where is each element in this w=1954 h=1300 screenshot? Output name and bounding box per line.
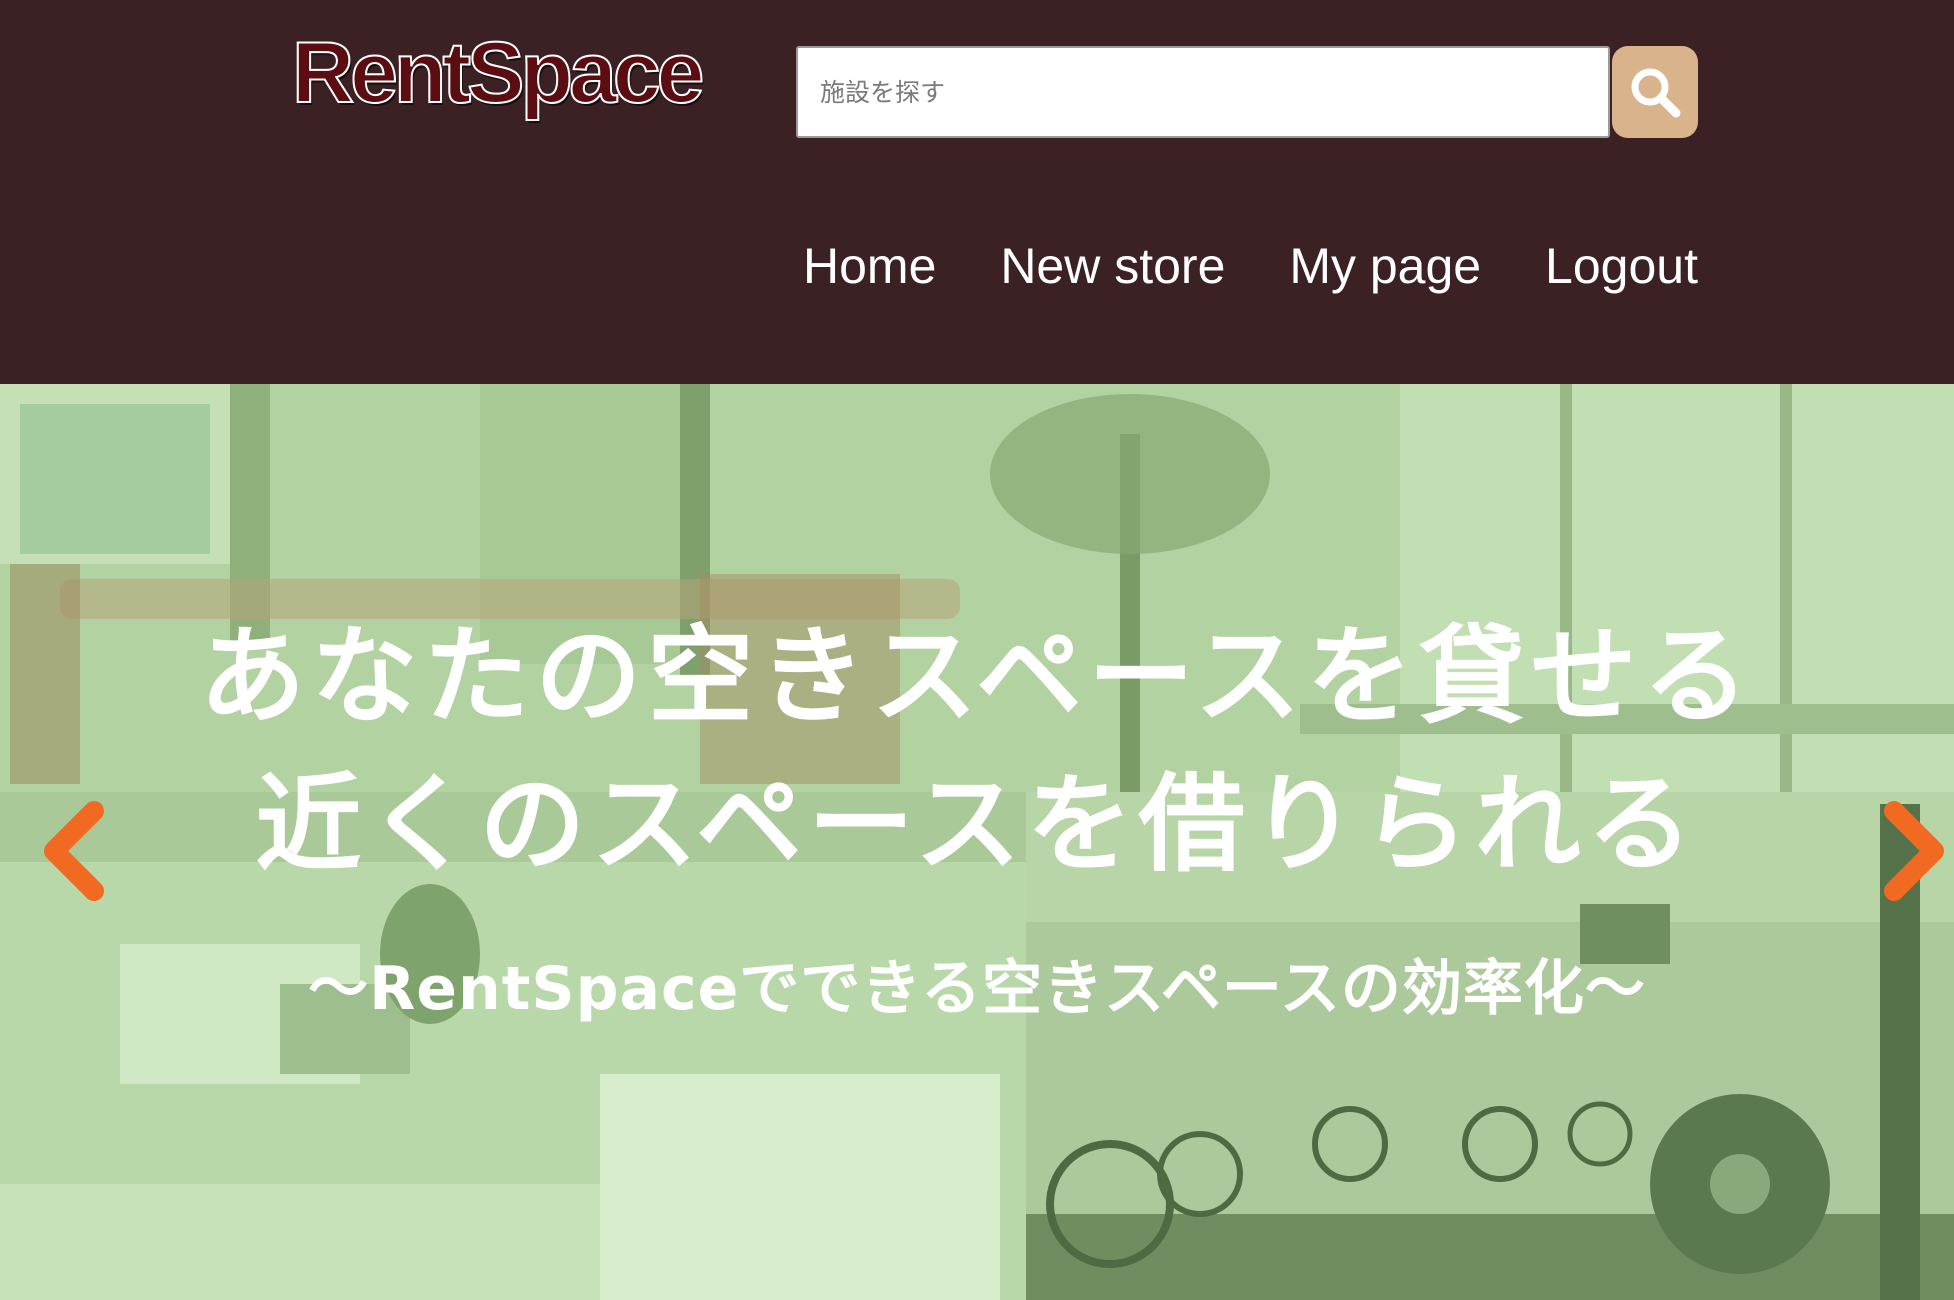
main-nav: Home New store My page Logout — [803, 232, 1698, 300]
hero-subtitle: 〜RentSpaceでできる空きスペースの効率化〜 — [308, 954, 1646, 1024]
nav-home[interactable]: Home — [803, 237, 936, 295]
nav-logout[interactable]: Logout — [1545, 237, 1698, 295]
site-header: RentSpace Home New store My page Logout — [0, 0, 1954, 384]
carousel-prev-button[interactable] — [34, 796, 114, 906]
search-input[interactable] — [796, 46, 1610, 138]
chevron-left-icon — [44, 801, 104, 901]
chevron-right-icon — [1884, 801, 1944, 901]
hero-title-line-2: 近くのスペースを借りられる — [255, 763, 1699, 886]
nav-my-page[interactable]: My page — [1289, 237, 1481, 295]
search-icon — [1631, 68, 1681, 118]
logo[interactable]: RentSpace — [291, 29, 705, 117]
hero-carousel: あなたの空きスペースを貸せる 近くのスペースを借りられる 〜RentSpaceで… — [0, 384, 1954, 1300]
carousel-next-button[interactable] — [1874, 796, 1954, 906]
search-button[interactable] — [1612, 46, 1698, 138]
nav-new-store[interactable]: New store — [1000, 237, 1225, 295]
hero-title-line-1: あなたの空きスペースを貸せる — [199, 615, 1755, 738]
